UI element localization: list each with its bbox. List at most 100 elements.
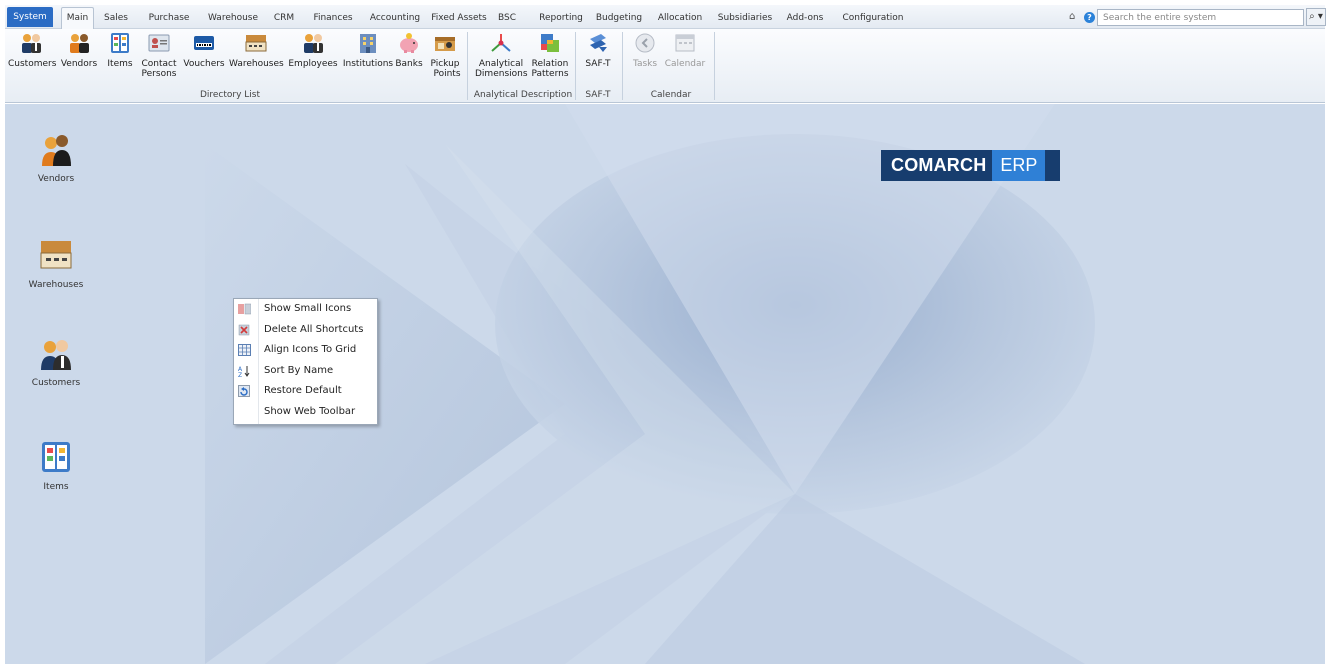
tab-fixed-assets[interactable]: Fixed Assets <box>429 9 489 29</box>
search-input[interactable]: Search the entire system <box>1097 9 1304 26</box>
contact-card-icon <box>148 34 170 52</box>
tab-accounting[interactable]: Accounting <box>365 9 425 29</box>
menu-item-delete-all-shortcuts[interactable]: Delete All Shortcuts <box>234 320 377 341</box>
calendar-label: Calendar <box>664 59 706 69</box>
tab-purchase[interactable]: Purchase <box>145 9 193 29</box>
customers-icon <box>22 34 41 53</box>
tab-sales[interactable]: Sales <box>99 9 133 29</box>
menu-item-align-icons-to-grid[interactable]: Align Icons To Grid <box>234 340 377 361</box>
desktop-shortcut-warehouses[interactable]: Warehouses <box>11 238 101 290</box>
contact-persons-label-1: Contact <box>141 59 177 69</box>
ribbon-collapse-icon[interactable]: ⌂ <box>1069 12 1075 22</box>
tab-configuration[interactable]: Configuration <box>840 9 906 29</box>
ribbon-separator <box>714 32 715 100</box>
calendar-icon <box>675 34 695 52</box>
desktop-shortcut-label: Items <box>43 482 69 492</box>
contact-persons-button[interactable]: Contact Persons <box>140 31 178 79</box>
group-label-directory-list: Directory List <box>199 90 261 100</box>
tab-budgeting[interactable]: Budgeting <box>594 9 644 29</box>
items-icon <box>111 33 129 53</box>
pickup-points-button[interactable]: Pickup Points <box>425 31 465 79</box>
pickup-point-icon <box>435 37 455 51</box>
saft-export-icon <box>590 34 607 52</box>
group-label-calendar: Calendar <box>650 90 692 100</box>
search-button[interactable]: ⌕ ▾ <box>1306 8 1326 26</box>
banks-button[interactable]: Banks <box>395 31 423 69</box>
menu-item-label: Delete All Shortcuts <box>264 323 364 335</box>
relation-patterns-label-1: Relation <box>531 59 569 69</box>
piggy-bank-icon <box>400 33 418 53</box>
vouchers-button[interactable]: Vouchers <box>183 31 225 69</box>
items-label: Items <box>107 59 133 69</box>
customers-label: Customers <box>8 59 57 69</box>
pickup-points-label-1: Pickup <box>430 59 460 69</box>
tab-system[interactable]: System <box>7 7 53 27</box>
sort-az-icon: AZ <box>238 365 250 377</box>
menu-item-label: Align Icons To Grid <box>264 344 357 355</box>
saft-label: SAF-T <box>585 59 611 69</box>
tab-reporting[interactable]: Reporting <box>533 9 589 29</box>
vendors-label: Vendors <box>60 59 98 69</box>
tab-crm[interactable]: CRM <box>271 9 297 29</box>
analytical-dimensions-button[interactable]: Analytical Dimensions <box>475 31 528 79</box>
employees-button[interactable]: Employees <box>288 31 338 69</box>
saft-button[interactable]: SAF-T <box>580 31 616 69</box>
institutions-button[interactable]: Institutions <box>341 31 395 69</box>
analytical-dimensions-label-1: Analytical <box>478 59 524 69</box>
ribbon-separator <box>622 32 623 100</box>
voucher-icon <box>194 36 214 50</box>
contact-persons-label-2: Persons <box>141 69 177 79</box>
menu-item-label: Show Small Icons <box>264 303 352 314</box>
items-icon <box>42 442 70 472</box>
warehouse-icon <box>245 35 267 52</box>
employees-label: Employees <box>288 59 338 69</box>
desktop-shortcut-items[interactable]: Items <box>11 440 101 492</box>
relation-patterns-button[interactable]: Relation Patterns <box>529 31 571 79</box>
tab-warehouse[interactable]: Warehouse <box>204 9 262 29</box>
customers-button[interactable]: Customers <box>8 31 57 69</box>
warehouse-icon <box>40 241 72 269</box>
grid-icon <box>238 344 251 356</box>
desktop-shortcut-vendors[interactable]: Vendors <box>11 132 101 184</box>
group-label-saft: SAF-T <box>585 90 611 100</box>
tab-allocation[interactable]: Allocation <box>653 9 707 29</box>
menu-item-restore-default[interactable]: Restore Default <box>234 381 377 402</box>
svg-text:Z: Z <box>238 372 242 377</box>
menu-item-sort-by-name[interactable]: AZ Sort By Name <box>234 361 377 382</box>
warehouses-button[interactable]: Warehouses <box>229 31 284 69</box>
menu-bar: System Main Sales Purchase Warehouse CRM… <box>5 5 1326 29</box>
tab-finances[interactable]: Finances <box>308 9 358 29</box>
menu-item-show-small-icons[interactable]: Show Small Icons <box>234 299 377 320</box>
desktop-shortcut-label: Vendors <box>37 174 75 184</box>
warehouses-label: Warehouses <box>229 59 284 69</box>
tab-main[interactable]: Main <box>61 7 94 29</box>
tab-bsc[interactable]: BSC <box>495 9 519 29</box>
restore-default-icon <box>238 385 250 397</box>
menu-item-label: Show Web Toolbar <box>264 405 356 417</box>
vendors-icon <box>70 34 89 53</box>
tasks-clock-icon <box>635 33 655 53</box>
banks-label: Banks <box>395 59 423 69</box>
vendors-button[interactable]: Vendors <box>59 31 99 69</box>
vendors-icon <box>42 135 71 166</box>
delete-shortcuts-icon <box>238 324 250 335</box>
background-decoration <box>5 104 1325 664</box>
ribbon-separator <box>467 32 468 100</box>
desktop-area[interactable]: Vendors Warehouses Customers Items COMAR… <box>5 104 1325 664</box>
help-icon[interactable]: ? <box>1084 12 1095 23</box>
analytical-dimensions-icon <box>491 34 511 52</box>
desktop-shortcut-customers[interactable]: Customers <box>11 336 101 388</box>
tab-subsidiaries[interactable]: Subsidiaries <box>714 9 776 29</box>
desktop-context-menu: Show Small Icons Delete All Shortcuts Al… <box>233 298 378 425</box>
logo-product: ERP <box>992 150 1046 181</box>
calendar-button[interactable]: Calendar <box>664 31 706 69</box>
tab-add-ons[interactable]: Add-ons <box>784 9 826 29</box>
pickup-points-label-2: Points <box>433 69 461 79</box>
vouchers-label: Vouchers <box>183 59 225 69</box>
institution-building-icon <box>360 34 376 53</box>
menu-item-show-web-toolbar[interactable]: Show Web Toolbar <box>234 402 377 423</box>
group-label-analytical-description: Analytical Description <box>473 90 573 100</box>
items-button[interactable]: Items <box>105 31 135 69</box>
menu-item-label: Restore Default <box>264 385 342 396</box>
tasks-button[interactable]: Tasks <box>630 31 660 69</box>
